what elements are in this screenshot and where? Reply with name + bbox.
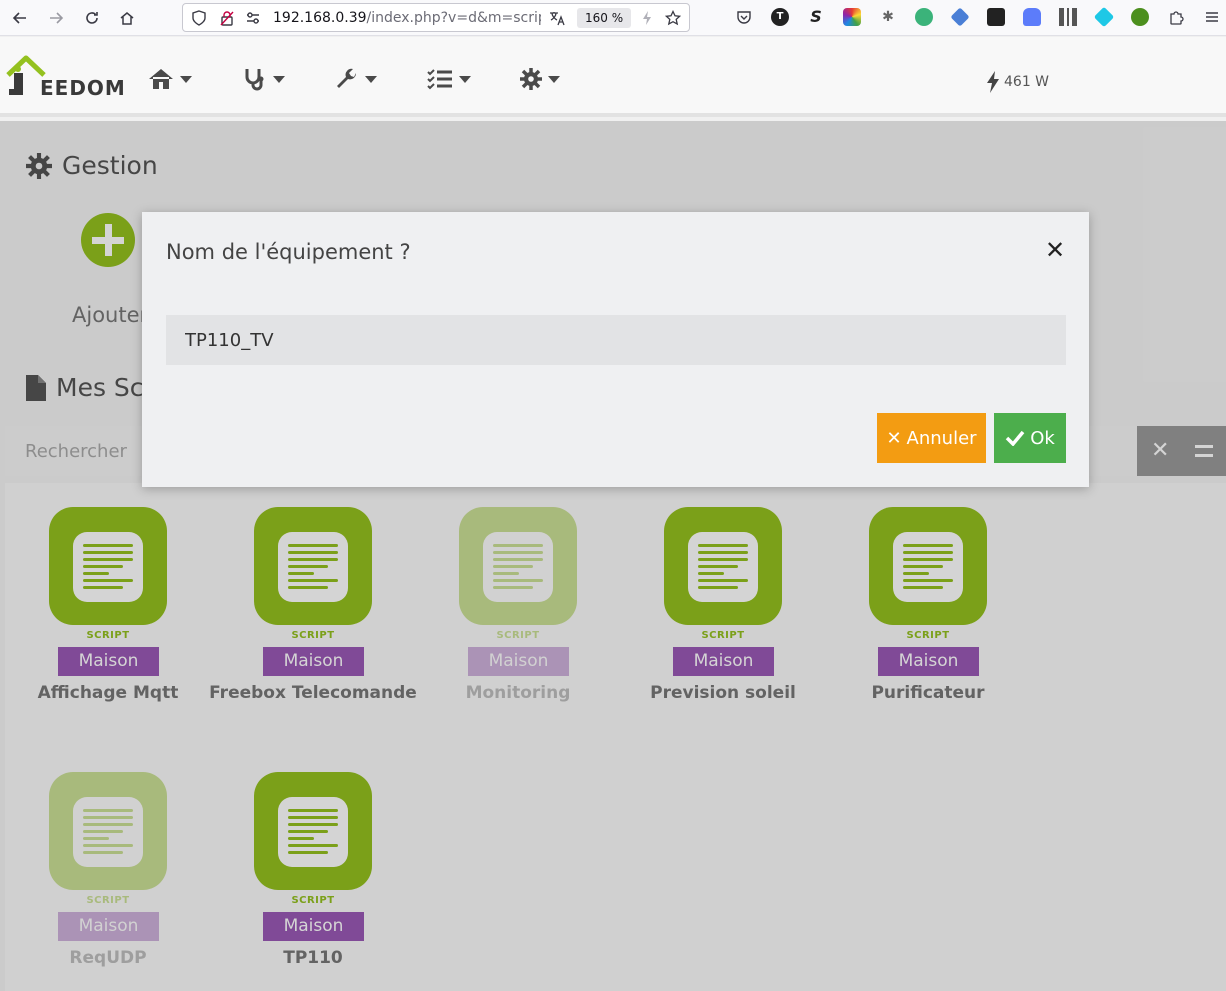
extension-cube-icon[interactable] (1093, 6, 1115, 28)
cancel-x-icon: ✕ (886, 427, 902, 449)
app-header: EEDOM 461 W (0, 37, 1226, 117)
menu-settings[interactable] (520, 65, 560, 93)
url-host: 192.168.0.39 (273, 10, 367, 26)
bookmark-star-icon[interactable] (665, 10, 681, 26)
extension-t-icon[interactable]: T (771, 8, 789, 26)
menu-tools[interactable] (335, 65, 377, 93)
url-text[interactable]: 192.168.0.39/index.php?v=d&m=script (273, 10, 541, 26)
tasklist-icon (427, 69, 452, 90)
stethoscope-icon (245, 69, 264, 91)
pocket-icon[interactable] (735, 8, 753, 26)
chevron-down-icon (273, 75, 285, 83)
zoom-level-button[interactable]: 160 % (577, 8, 632, 28)
extension-dark-icon[interactable] (987, 8, 1005, 26)
home-icon[interactable] (115, 6, 139, 30)
extension-color-icon[interactable] (843, 8, 861, 26)
home-menu-icon (149, 69, 173, 89)
power-value: 461 W (1004, 74, 1050, 90)
equipment-name-dialog: Nom de l'équipement ? ✕ ✕ Annuler Ok (142, 212, 1089, 487)
extension-diamond-icon[interactable] (950, 7, 970, 27)
browser-toolbar: 192.168.0.39/index.php?v=d&m=script 160 … (0, 0, 1226, 36)
menu-plugins[interactable] (427, 65, 471, 93)
cancel-button[interactable]: ✕ Annuler (877, 413, 986, 463)
extensions-puzzle-icon[interactable] (1167, 8, 1185, 26)
chevron-down-icon (548, 75, 560, 83)
lightning-icon[interactable] (639, 10, 655, 26)
extension-run-icon[interactable]: ✱ (879, 8, 897, 26)
permissions-icon[interactable] (245, 10, 261, 26)
close-icon[interactable]: ✕ (1045, 236, 1065, 264)
jeedom-logo[interactable]: EEDOM (6, 49, 125, 100)
extension-green-icon[interactable] (915, 8, 933, 26)
url-path: /index.php?v=d&m=script (366, 10, 541, 26)
logo-text: EEDOM (40, 76, 126, 100)
url-bar[interactable]: 192.168.0.39/index.php?v=d&m=script 160 … (182, 3, 690, 32)
wrench-icon (337, 68, 357, 88)
equipment-name-input[interactable] (166, 315, 1066, 365)
translate-icon[interactable] (549, 10, 565, 26)
gear-icon (520, 68, 542, 90)
forward-icon[interactable] (44, 6, 68, 30)
chevron-down-icon (180, 75, 192, 83)
chevron-down-icon (459, 75, 471, 83)
dialog-title: Nom de l'équipement ? (166, 240, 411, 264)
menu-home[interactable] (148, 65, 192, 93)
cancel-button-label: Annuler (906, 427, 977, 449)
extension-alert-icon[interactable] (1131, 8, 1149, 26)
hamburger-menu-icon[interactable] (1203, 8, 1221, 26)
ok-button-label: Ok (1030, 427, 1055, 449)
menu-analysis[interactable] (243, 65, 285, 93)
extension-s-icon[interactable]: S (807, 8, 825, 26)
chevron-down-icon (365, 75, 377, 83)
checkmark-icon (1005, 430, 1025, 446)
power-consumption: 461 W (986, 71, 1049, 93)
ok-button[interactable]: Ok (994, 413, 1066, 463)
extension-ghost-icon[interactable] (1023, 8, 1041, 26)
shield-icon[interactable] (191, 10, 207, 26)
insecure-lock-icon[interactable] (219, 10, 235, 26)
extension-fence-icon[interactable] (1059, 8, 1077, 26)
reload-icon[interactable] (80, 6, 104, 30)
lightning-icon (987, 71, 999, 93)
back-icon[interactable] (8, 6, 32, 30)
